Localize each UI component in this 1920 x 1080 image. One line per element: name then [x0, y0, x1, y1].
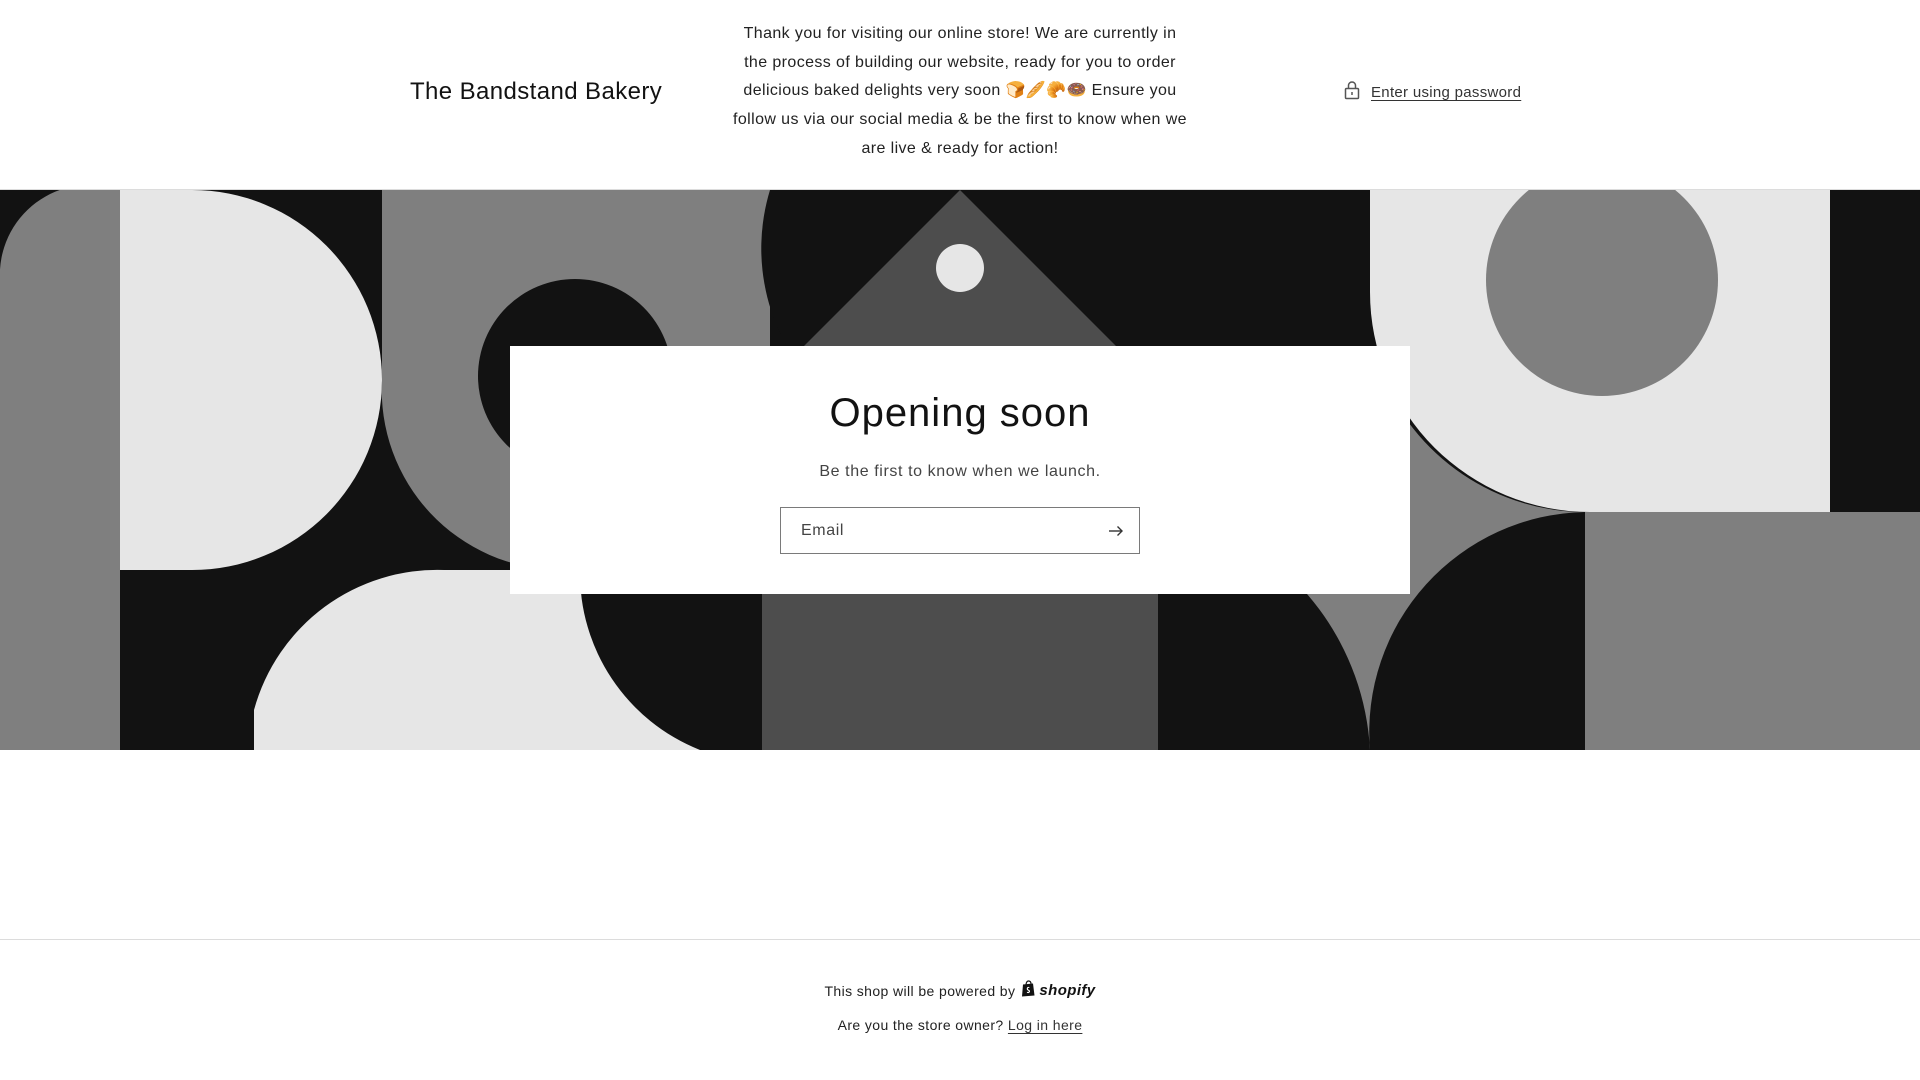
- enter-password-label[interactable]: Enter using password: [1371, 84, 1521, 101]
- signup-subtitle: Be the first to know when we launch.: [819, 463, 1101, 480]
- store-owner-text: Are you the store owner?: [837, 1017, 1004, 1033]
- store-owner-line: Are you the store owner? Log in here: [0, 1017, 1920, 1033]
- powered-by-text: This shop will be powered by: [824, 982, 1016, 999]
- store-name: The Bandstand Bakery: [410, 78, 663, 105]
- shopify-bag-icon: [1021, 980, 1036, 1001]
- opening-soon-title: Opening soon: [829, 391, 1091, 435]
- shopify-wordmark: shopify: [1039, 982, 1096, 999]
- email-field: [780, 507, 1140, 554]
- login-link[interactable]: Log in here: [1008, 1017, 1082, 1033]
- footer-divider: [0, 939, 1920, 940]
- page-header: The Bandstand Bakery Thank you for visit…: [0, 0, 1920, 190]
- announcement-text: Thank you for visiting our online store!…: [733, 25, 1187, 157]
- shopify-logo[interactable]: shopify: [1021, 980, 1095, 1001]
- signup-card: Opening soon Be the first to know when w…: [510, 346, 1410, 594]
- powered-by-line: This shop will be powered by shopify: [0, 980, 1920, 1001]
- arrow-right-icon: [1108, 525, 1124, 537]
- email-input[interactable]: [781, 508, 1091, 553]
- enter-password-link[interactable]: Enter using password: [1343, 80, 1521, 105]
- email-submit-button[interactable]: [1093, 508, 1139, 553]
- lock-icon: [1343, 80, 1361, 105]
- hero-banner: Opening soon Be the first to know when w…: [0, 190, 1920, 750]
